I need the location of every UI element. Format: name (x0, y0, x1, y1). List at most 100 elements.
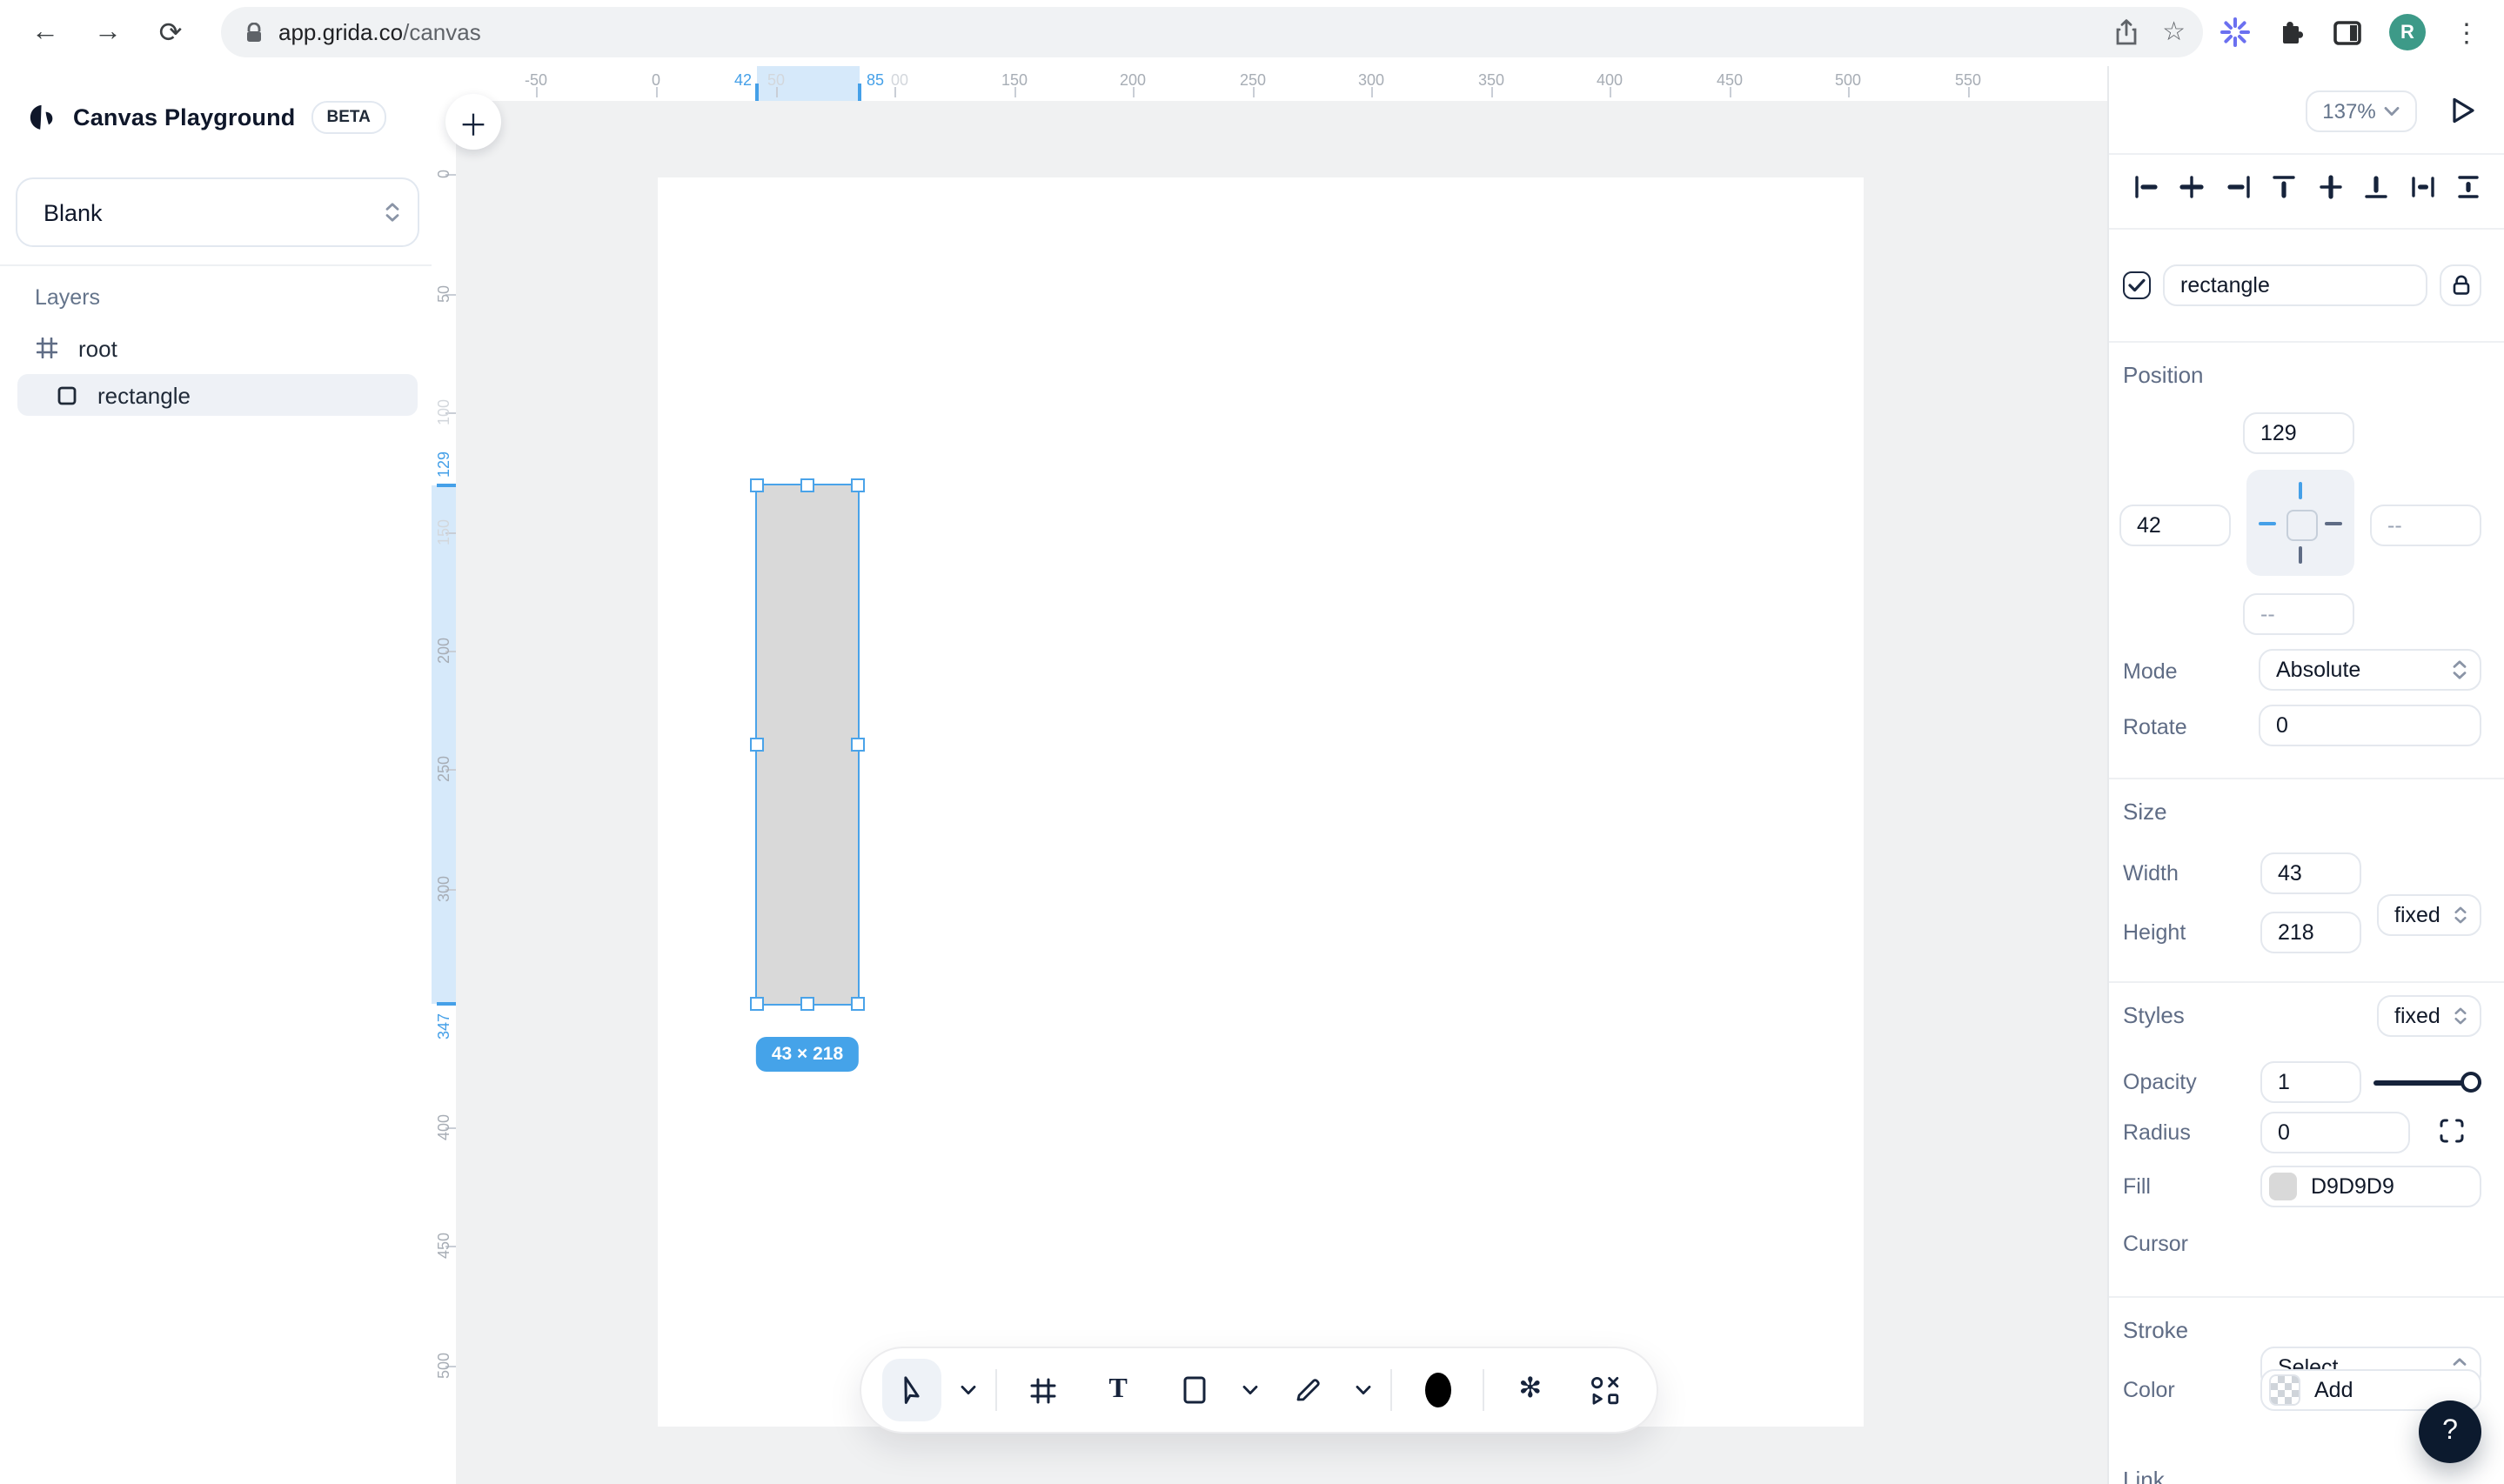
position-right-input[interactable] (2370, 505, 2481, 546)
h-ruler-label: 50 (767, 71, 785, 89)
v-ruler-label: 0 (435, 170, 452, 178)
extensions-puzzle-icon[interactable] (2278, 18, 2306, 46)
styles-heading: Styles (2123, 1002, 2185, 1028)
canvas-toolbar: T ✻ (860, 1347, 1658, 1434)
align-left-icon[interactable] (2126, 167, 2165, 205)
extension-burst-icon[interactable] (2220, 17, 2250, 47)
resize-handle-e[interactable] (851, 738, 865, 752)
panel-divider (2109, 228, 2504, 230)
mode-select[interactable]: Absolute (2259, 649, 2481, 691)
opacity-label: Opacity (2123, 1070, 2197, 1094)
h-ruler-label: 85 (867, 71, 884, 89)
layer-name-input[interactable] (2163, 264, 2427, 306)
check-icon (2128, 278, 2146, 292)
align-right-icon[interactable] (2219, 167, 2257, 205)
rectangle-tool-button[interactable] (1164, 1359, 1224, 1421)
v-ruler-label: 250 (435, 756, 452, 782)
back-icon[interactable]: ← (28, 16, 63, 50)
chevron-updown-icon (2454, 906, 2467, 925)
extension-icons: R ⋮ (2220, 14, 2480, 50)
opacity-slider-thumb[interactable] (2460, 1072, 2481, 1093)
add-node-button[interactable]: ＋ (445, 94, 501, 150)
position-bottom-input[interactable] (2243, 593, 2354, 635)
h-ruler-label: 450 (1717, 71, 1743, 89)
selected-rectangle[interactable] (757, 485, 858, 1004)
canvas-viewport[interactable]: -50042508500150200250300350400450500550 … (432, 66, 2107, 1484)
template-select[interactable]: Blank (16, 177, 419, 247)
resize-handle-se[interactable] (851, 997, 865, 1011)
resize-handle-s[interactable] (800, 997, 814, 1011)
position-left-input[interactable] (2119, 505, 2231, 546)
layer-item-rectangle[interactable]: rectangle (17, 374, 418, 416)
inspector-panel: 137% Position (2107, 66, 2504, 1484)
h-ruler-label: 150 (1001, 71, 1028, 89)
layer-visible-checkbox[interactable] (2123, 271, 2151, 299)
resize-handle-ne[interactable] (851, 478, 865, 492)
position-heading: Position (2123, 362, 2204, 388)
resize-handle-sw[interactable] (750, 997, 764, 1011)
toolbar-divider (1390, 1369, 1392, 1411)
app-brand: Canvas Playground BETA (28, 101, 386, 134)
distribute-horizontal-icon[interactable] (2404, 167, 2442, 205)
side-panel-icon[interactable] (2333, 20, 2361, 44)
playground-shapes-button[interactable] (1576, 1359, 1636, 1421)
play-button[interactable] (2450, 96, 2476, 125)
fill-field[interactable]: D9D9D9 (2260, 1166, 2481, 1207)
bookmark-star-icon[interactable]: ☆ (2162, 19, 2186, 45)
brush-tool-button[interactable] (1408, 1359, 1468, 1421)
browser-window: ← → ⟳ app.grida.co/canvas ☆ (0, 0, 2504, 1484)
address-bar[interactable]: app.grida.co/canvas ☆ (221, 7, 2203, 57)
align-horizontal-center-icon[interactable] (2173, 167, 2211, 205)
panel-divider (2109, 153, 2504, 155)
align-vertical-center-icon[interactable] (2312, 167, 2350, 205)
opacity-slider[interactable] (2373, 1061, 2481, 1103)
radius-input[interactable] (2260, 1112, 2410, 1153)
rectangle-icon (54, 385, 78, 404)
zoom-select[interactable]: 137% (2306, 90, 2417, 132)
opacity-input[interactable] (2260, 1061, 2361, 1103)
forward-icon[interactable]: → (90, 16, 125, 50)
toolbar-divider (995, 1369, 997, 1411)
h-ruler-label: 42 (734, 71, 752, 89)
resize-handle-w[interactable] (750, 738, 764, 752)
cursor-tool-button[interactable] (882, 1359, 942, 1421)
height-input[interactable] (2260, 912, 2361, 953)
fill-swatch[interactable] (2269, 1173, 2297, 1200)
reload-icon[interactable]: ⟳ (153, 16, 188, 50)
v-ruler-label: 300 (435, 876, 452, 902)
width-mode-select[interactable]: fixed (2377, 894, 2481, 936)
pencil-tool-button[interactable] (1277, 1359, 1337, 1421)
menu-dots-icon[interactable]: ⋮ (2454, 17, 2480, 48)
distribute-vertical-icon[interactable] (2450, 167, 2488, 205)
cursor-tool-chevron-icon[interactable] (958, 1385, 980, 1395)
resize-handle-n[interactable] (800, 478, 814, 492)
height-mode-select[interactable]: fixed (2377, 995, 2481, 1037)
width-input[interactable] (2260, 852, 2361, 894)
link-heading: Link (2123, 1467, 2165, 1484)
shape-tool-chevron-icon[interactable] (1239, 1385, 1261, 1395)
align-top-icon[interactable] (2265, 167, 2303, 205)
frame-tool-button[interactable] (1013, 1359, 1073, 1421)
ruler-selection-edge (858, 84, 861, 101)
rotate-input[interactable] (2259, 705, 2481, 746)
share-icon[interactable] (2113, 19, 2138, 45)
ai-assistant-button[interactable]: ✻ (1500, 1359, 1560, 1421)
avatar[interactable]: R (2389, 14, 2426, 50)
app-title: Canvas Playground (73, 104, 296, 130)
position-top-input[interactable] (2243, 412, 2354, 454)
lock-layer-button[interactable] (2440, 264, 2481, 306)
panel-divider (2109, 341, 2504, 343)
align-bottom-icon[interactable] (2358, 167, 2396, 205)
text-tool-button[interactable]: T (1088, 1359, 1148, 1421)
brush-ellipse-icon (1424, 1373, 1450, 1407)
position-anchor-widget[interactable] (2246, 470, 2354, 576)
radius-label: Radius (2123, 1120, 2191, 1145)
browser-toolbar: ← → ⟳ app.grida.co/canvas ☆ (0, 0, 2504, 68)
layer-item-root[interactable]: root (17, 327, 418, 369)
radius-corners-icon[interactable] (2440, 1119, 2464, 1143)
size-heading: Size (2123, 799, 2167, 825)
resize-handle-nw[interactable] (750, 478, 764, 492)
pencil-tool-chevron-icon[interactable] (1353, 1385, 1375, 1395)
help-button[interactable]: ? (2419, 1400, 2481, 1463)
chevron-down-icon (2385, 106, 2400, 117)
